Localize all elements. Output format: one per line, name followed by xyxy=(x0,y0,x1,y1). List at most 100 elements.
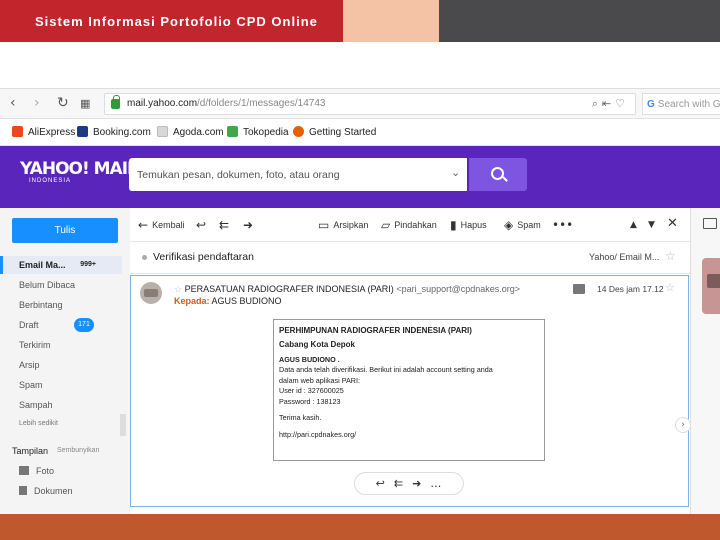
view-documents[interactable]: Dokumen xyxy=(19,486,73,496)
mail-sidebar: Tulis Email Ma... 999+ Belum Dibaca Berbi… xyxy=(0,208,130,514)
ad-thumbnail[interactable] xyxy=(702,258,720,314)
mail-search-input[interactable]: Temukan pesan, dokumen, foto, atau orang… xyxy=(129,158,467,191)
chevron-right-icon[interactable]: › xyxy=(675,417,691,433)
reply-all-button[interactable]: ⇇ xyxy=(219,218,233,232)
header-dark-band xyxy=(439,0,720,42)
folder-starred[interactable]: Berbintang xyxy=(0,296,122,314)
delete-button[interactable]: ▮ Hapus xyxy=(450,218,487,232)
reload-icon[interactable]: ↻ xyxy=(57,95,69,111)
sender-avatar xyxy=(140,282,162,304)
message-date: 14 Des jam 17.12 xyxy=(597,284,664,294)
yahoo-mail-logo[interactable]: YAHOO! MAIL xyxy=(20,159,138,179)
bookmark-booking[interactable]: Booking.com xyxy=(77,126,151,138)
views-heading: Tampilan xyxy=(12,446,49,456)
forward-icon: ➜ xyxy=(243,218,254,232)
next-message-icon[interactable]: ▼ xyxy=(648,218,659,230)
agoda-icon xyxy=(157,126,168,137)
sender-line[interactable]: ☆ PERASATUAN RADIOGRAFER INDONESIA (PARI… xyxy=(174,284,520,295)
folder-trash[interactable]: Sampah xyxy=(0,396,122,414)
contact-card-icon[interactable] xyxy=(703,218,717,229)
sender-star-icon[interactable]: ☆ xyxy=(174,285,182,295)
sender-name: PERASATUAN RADIOGRAFER INDONESIA (PARI) xyxy=(184,284,394,294)
tokopedia-icon xyxy=(227,126,238,137)
browser-screenshot: ‹ › ↻ ▦ mail.yahoo.com/d/folders/1/messa… xyxy=(0,88,720,514)
reply-icon[interactable]: ↩ xyxy=(376,477,394,490)
back-to-inbox-button[interactable]: ← Kembali xyxy=(138,218,185,232)
chevron-down-icon[interactable]: ⌄ xyxy=(451,166,460,179)
draft-count-badge: 171 xyxy=(74,318,94,332)
reply-all-icon: ⇇ xyxy=(219,218,230,232)
body-password: Password : 138123 xyxy=(279,396,341,406)
bookmark-aliexpress[interactable]: AliExpress xyxy=(12,126,75,138)
forward-icon[interactable]: ➜ xyxy=(412,477,430,490)
message-subject: Verifikasi pendaftaran xyxy=(153,251,254,263)
reply-button[interactable]: ↩ xyxy=(196,218,210,232)
forward-icon[interactable]: › xyxy=(34,95,40,111)
body-name: AGUS BUDIONO . xyxy=(279,355,340,364)
message-pane: ← Kembali ↩ ⇇ ➜ ▭ Arsipkan ▱ Pindahkan ▮ Hap… xyxy=(130,208,691,514)
aliexpress-icon xyxy=(12,126,23,137)
arrow-left-icon: ← xyxy=(138,218,149,232)
print-icon[interactable] xyxy=(573,284,585,294)
archive-icon: ▭ xyxy=(318,218,330,232)
header-peach-band xyxy=(343,0,439,42)
folder-inbox[interactable]: Email Ma... 999+ xyxy=(0,256,122,274)
bookmark-tokopedia[interactable]: Tokopedia xyxy=(227,126,289,138)
body-org: PERHIMPUNAN RADIOGRAFER INDENESIA (PARI) xyxy=(279,326,472,335)
bookmark-agoda[interactable]: Agoda.com xyxy=(157,126,224,138)
close-icon[interactable]: ✕ xyxy=(667,216,682,231)
search-button[interactable] xyxy=(469,158,527,191)
folder-unread[interactable]: Belum Dibaca xyxy=(0,276,122,294)
lock-icon xyxy=(111,95,120,109)
message-star-icon[interactable]: ☆ xyxy=(665,281,675,294)
archive-button[interactable]: ▭ Arsipkan xyxy=(318,218,368,232)
sidebar-scrollbar[interactable] xyxy=(120,414,126,436)
more-icon[interactable]: … xyxy=(430,477,450,490)
mail-search-placeholder: Temukan pesan, dokumen, foto, atau orang xyxy=(137,169,340,181)
bookmark-getting-started[interactable]: Getting Started xyxy=(293,126,376,138)
spam-button[interactable]: ◈ Spam xyxy=(504,218,541,232)
google-icon: G xyxy=(647,99,655,110)
back-icon[interactable]: ‹ xyxy=(10,95,16,111)
views-hide-link[interactable]: Sembunyikan xyxy=(57,447,99,454)
prev-message-icon[interactable]: ▲ xyxy=(630,218,641,230)
folder-draft[interactable]: Draft 171 xyxy=(0,316,122,334)
compose-button[interactable]: Tulis xyxy=(12,218,118,243)
show-less-link[interactable]: Lebih sedikit xyxy=(19,420,58,427)
yahoo-header: YAHOO! MAIL INDONESIA Temukan pesan, dok… xyxy=(0,146,720,208)
body-userid: User id : 327600025 xyxy=(279,386,344,395)
folder-archive[interactable]: Arsip xyxy=(0,356,122,374)
photo-icon xyxy=(19,466,29,475)
footer-band xyxy=(0,514,720,540)
message-body: PERHIMPUNAN RADIOGRAFER INDENESIA (PARI)… xyxy=(273,319,545,461)
message-toolbar: ← Kembali ↩ ⇇ ➜ ▭ Arsipkan ▱ Pindahkan ▮ Hap… xyxy=(130,208,690,242)
quick-actions-bar[interactable]: ↩⇇➜… xyxy=(354,472,464,495)
bookmarks-bar: AliExpress Booking.com Agoda.com Tokoped… xyxy=(0,120,720,146)
folder-spam[interactable]: Spam xyxy=(0,376,122,394)
apps-grid-icon[interactable]: ▦ xyxy=(80,97,90,110)
browser-search-box[interactable]: G Search with Go xyxy=(642,93,720,115)
more-options-icon[interactable]: ••• xyxy=(552,218,577,232)
shield-icon: ◈ xyxy=(504,218,514,232)
message-folder: Yahoo/ Email M... xyxy=(589,252,660,262)
url-action-icons[interactable]: ⌕⇤♡ xyxy=(592,97,629,111)
yahoo-logo-region: INDONESIA xyxy=(29,178,72,184)
reply-icon: ↩ xyxy=(196,218,207,232)
forward-button[interactable]: ➜ xyxy=(243,218,257,232)
recipient-line: Kepada: AGUS BUDIONO xyxy=(174,296,282,306)
browser-search-placeholder: Search with Go xyxy=(657,99,720,110)
star-icon[interactable]: ☆ xyxy=(665,249,676,263)
view-photos[interactable]: Foto xyxy=(19,466,54,476)
move-button[interactable]: ▱ Pindahkan xyxy=(381,218,437,232)
booking-icon xyxy=(77,126,88,137)
reply-all-icon[interactable]: ⇇ xyxy=(394,477,412,490)
inbox-count: 999+ xyxy=(80,261,96,268)
slide-title: Sistem Informasi Portofolio CPD Online xyxy=(35,14,318,29)
document-icon xyxy=(19,486,27,495)
body-branch: Cabang Kota Depok xyxy=(279,340,356,349)
url-text: mail.yahoo.com/d/folders/1/messages/1474… xyxy=(127,98,326,109)
address-bar[interactable]: mail.yahoo.com/d/folders/1/messages/1474… xyxy=(104,93,636,115)
body-link[interactable]: http://pari.cpdnakes.org/ xyxy=(279,430,539,441)
body-thanks: Terima kasih. xyxy=(279,413,322,422)
folder-sent[interactable]: Terkirim xyxy=(0,336,122,354)
